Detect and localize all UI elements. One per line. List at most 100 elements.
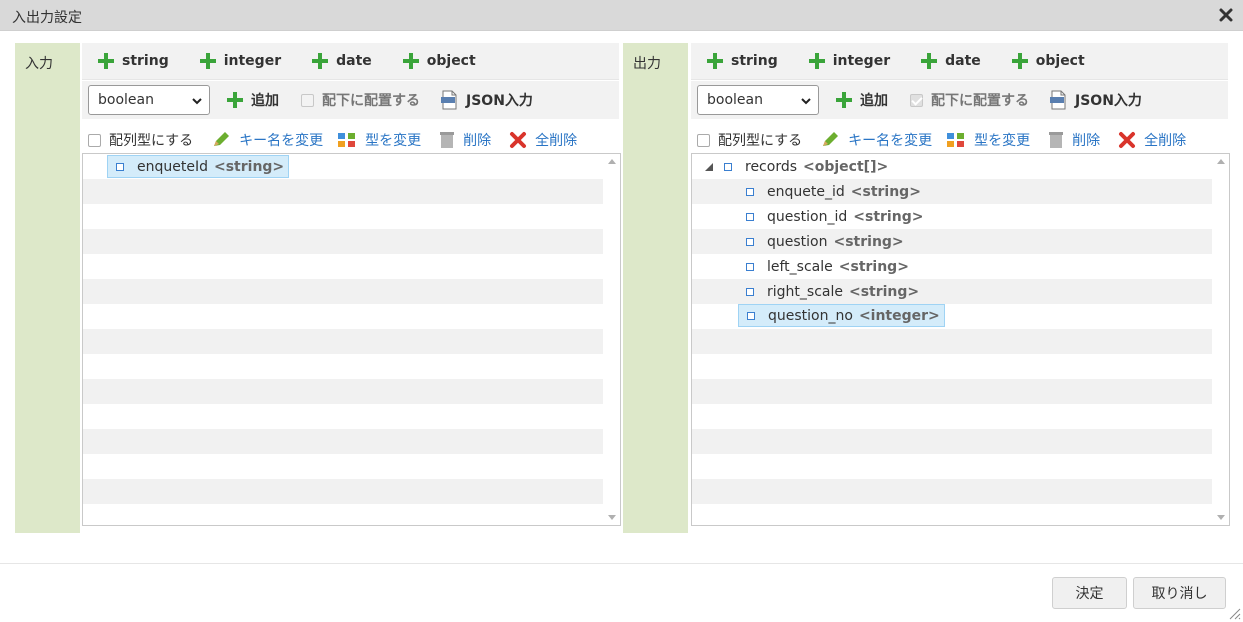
- tree-row: [83, 279, 603, 304]
- input-rename-link[interactable]: キー名を変更: [211, 130, 323, 150]
- input-add-string-button[interactable]: string: [97, 52, 169, 70]
- tree-row: [83, 304, 603, 329]
- input-json-button[interactable]: JSON入力: [440, 90, 533, 110]
- plus-icon: [921, 53, 938, 69]
- dialog-titlebar: 入出力設定: [0, 0, 1243, 31]
- output-add-button[interactable]: 追加: [835, 90, 888, 110]
- output-add-date-button[interactable]: date: [920, 52, 981, 70]
- chevron-down-icon: [192, 98, 202, 105]
- checkbox[interactable]: [697, 133, 710, 147]
- tree-row: [692, 454, 1212, 479]
- tree-row: [83, 254, 603, 279]
- checkbox[interactable]: [910, 93, 923, 107]
- tree-row: [83, 179, 603, 204]
- plus-icon: [1011, 53, 1028, 69]
- output-add-integer-button[interactable]: integer: [808, 52, 890, 70]
- input-change-type-link[interactable]: 型を変更: [337, 130, 421, 150]
- ok-button[interactable]: 決定: [1052, 577, 1127, 609]
- input-delete-link[interactable]: 削除: [439, 130, 491, 150]
- output-panel: string integer date object boolean 追加 配下…: [689, 43, 1230, 533]
- tree-row: [692, 404, 1212, 429]
- tree-node-question_id[interactable]: question_id <string>: [738, 205, 927, 228]
- input-add-toolbar: boolean 追加 配下に配置する JSON入力: [82, 81, 619, 119]
- tree-row: [83, 504, 603, 525]
- output-tree-scrollbar[interactable]: [1212, 154, 1229, 525]
- input-panel-label: 入力: [15, 43, 80, 533]
- tree-row: [83, 204, 603, 229]
- node-icon: [747, 311, 755, 320]
- plus-icon: [199, 53, 216, 69]
- output-edit-toolbar: 配列型にする キー名を変更 型を変更 削除 全削除: [691, 126, 1228, 154]
- output-change-type-link[interactable]: 型を変更: [946, 130, 1030, 150]
- input-edit-toolbar: 配列型にする キー名を変更 型を変更 削除 全削除: [82, 126, 619, 154]
- plus-icon: [227, 92, 243, 108]
- tree-node-right_scale[interactable]: right_scale <string>: [738, 280, 923, 303]
- input-add-object-button[interactable]: object: [402, 52, 476, 70]
- output-type-toolbar: string integer date object: [691, 43, 1228, 80]
- input-array-checkbox[interactable]: 配列型にする: [88, 130, 193, 150]
- input-tree[interactable]: enqueteId <string>: [82, 153, 621, 526]
- tree-row: [83, 479, 603, 504]
- plus-icon: [808, 53, 825, 69]
- output-child-checkbox[interactable]: 配下に配置する: [910, 90, 1029, 110]
- output-add-object-button[interactable]: object: [1011, 52, 1085, 70]
- tree-row: [83, 229, 603, 254]
- plus-icon: [312, 53, 329, 69]
- tree-row: [692, 379, 1212, 404]
- tree-row: [692, 504, 1212, 525]
- tree-row: [692, 479, 1212, 504]
- tree-node-question_no[interactable]: question_no <integer>: [738, 304, 945, 327]
- trash-icon: [440, 132, 455, 148]
- tree-node-records[interactable]: records <object[]>: [716, 155, 892, 178]
- input-tree-scrollbar[interactable]: [603, 154, 620, 525]
- output-add-toolbar: boolean 追加 配下に配置する JSON入力: [691, 81, 1228, 119]
- node-icon: [746, 287, 754, 296]
- output-rename-link[interactable]: キー名を変更: [820, 130, 932, 150]
- output-json-button[interactable]: JSON入力: [1049, 90, 1142, 110]
- input-panel: string integer date object boolean 追加 配下…: [80, 43, 621, 533]
- input-type-select[interactable]: boolean: [88, 85, 210, 115]
- plus-icon: [402, 53, 419, 69]
- checkbox[interactable]: [88, 133, 101, 147]
- cancel-button[interactable]: 取り消し: [1133, 577, 1226, 609]
- collapse-triangle-icon[interactable]: [704, 162, 714, 172]
- pencil-icon: [214, 132, 230, 146]
- node-icon: [746, 237, 754, 246]
- output-tree[interactable]: records <object[]> enquete_id <string> q…: [691, 153, 1230, 526]
- plus-icon: [707, 53, 723, 69]
- output-delete-link[interactable]: 削除: [1048, 130, 1100, 150]
- chevron-down-icon: [801, 98, 811, 105]
- output-panel-label: 出力: [623, 43, 688, 533]
- tree-row: [83, 404, 603, 429]
- tree-node-left_scale[interactable]: left_scale <string>: [738, 255, 913, 278]
- plus-icon: [836, 92, 852, 108]
- tree-row: [692, 429, 1212, 454]
- input-delete-all-link[interactable]: 全削除: [509, 130, 577, 150]
- input-child-checkbox[interactable]: 配下に配置する: [301, 90, 420, 110]
- tree-row: [83, 379, 603, 404]
- tree-node-enquete_id[interactable]: enquete_id <string>: [738, 180, 925, 203]
- node-icon: [746, 212, 754, 221]
- tree-row: [83, 329, 603, 354]
- input-add-date-button[interactable]: date: [311, 52, 372, 70]
- tree-row: [83, 429, 603, 454]
- pencil-icon: [823, 132, 839, 146]
- red-x-icon: [1119, 132, 1136, 148]
- output-add-string-button[interactable]: string: [706, 52, 778, 70]
- output-array-checkbox[interactable]: 配列型にする: [697, 130, 802, 150]
- checkbox[interactable]: [301, 93, 314, 107]
- resize-grip-icon[interactable]: [1227, 606, 1241, 620]
- close-icon[interactable]: [1217, 6, 1235, 24]
- input-label: 入力: [25, 56, 53, 72]
- output-type-select[interactable]: boolean: [697, 85, 819, 115]
- tree-row: [83, 354, 603, 379]
- input-add-button[interactable]: 追加: [226, 90, 279, 110]
- output-delete-all-link[interactable]: 全削除: [1118, 130, 1186, 150]
- input-add-integer-button[interactable]: integer: [199, 52, 281, 70]
- json-file-icon: [441, 90, 457, 110]
- tree-node-question[interactable]: question <string>: [738, 230, 908, 253]
- tree-node-enqueteId[interactable]: enqueteId <string>: [107, 155, 290, 178]
- json-file-icon: [1050, 90, 1066, 110]
- swap-icon: [947, 133, 965, 147]
- trash-icon: [1049, 132, 1064, 148]
